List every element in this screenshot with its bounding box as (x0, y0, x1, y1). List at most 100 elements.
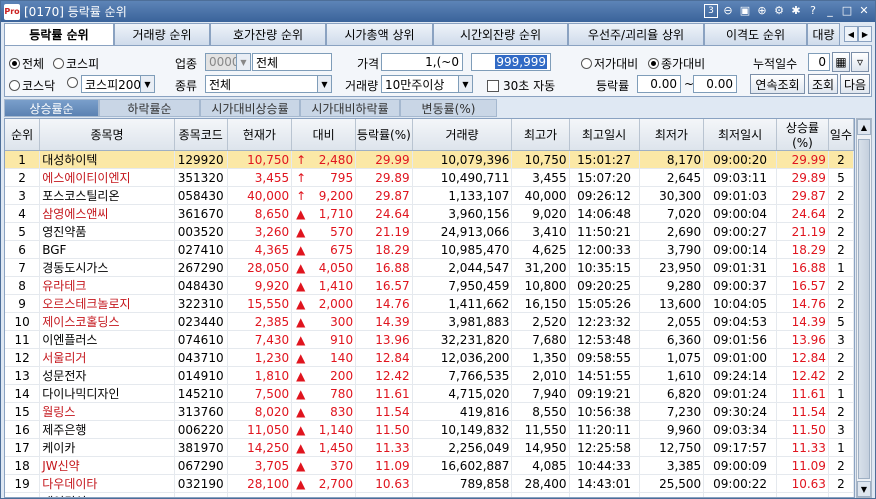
table-row[interactable]: 8 유라테크 048430 9,920 ▲ 1,410 16.57 7,950,459 10,8… (5, 276, 854, 295)
col-rate[interactable]: 등락률(%) (355, 119, 413, 151)
scroll-thumb[interactable] (858, 139, 870, 479)
subtab-open-fall[interactable]: 시가대비하락률 (300, 99, 400, 117)
col-rank[interactable]: 순위 (5, 119, 41, 151)
cell-price: 40,000 (227, 186, 293, 205)
table-row[interactable]: 4 삼영에스앤씨 361670 8,650 ▲ 1,710 24.64 3,960,156 9,… (5, 204, 854, 223)
col-up-rate[interactable]: 상승률(%) (776, 119, 829, 151)
table-row[interactable]: 9 오르스테크놀로지 322310 15,550 ▲ 2,000 14.76 1,411,66… (5, 294, 854, 313)
tab-prev-icon[interactable]: ◀ (844, 26, 858, 42)
table-row[interactable]: 2 에스에이티이엔지 351320 3,455 ↑ 795 29.89 10,490,711 3… (5, 168, 854, 187)
cell-code: 129920 (174, 150, 228, 169)
price-to-field[interactable]: 999,999 (471, 53, 551, 71)
col-name[interactable]: 종목명 (39, 119, 175, 151)
col-days[interactable]: 일수 (828, 119, 854, 151)
table-row[interactable]: 10 제이스코홀딩스 023440 2,385 ▲ 300 14.39 3,981,883 2,… (5, 312, 854, 331)
up-arrow-icon: ▲ (296, 350, 306, 365)
zoom-out-icon[interactable]: ⊖ (721, 4, 735, 18)
table-row[interactable]: 3 포스코스틸리온 058430 40,000 ↑ 9,200 29.87 1,133,107… (5, 186, 854, 205)
rate-to-field[interactable]: 0.00 (693, 75, 737, 93)
cell-name: 경동도시가스 (39, 258, 175, 277)
table-row[interactable]: 5 영진약품 003520 3,260 ▲ 570 21.19 24,913,066 3,410… (5, 222, 854, 241)
table-row[interactable]: 16 제주은행 006220 11,050 ▲ 1,140 11.50 10,149,832 1… (5, 420, 854, 439)
table-row[interactable]: 19 다우데이타 032190 28,100 ▲ 2,700 10.63 789,858 28,… (5, 474, 854, 493)
scroll-down-icon[interactable]: ▼ (857, 481, 871, 497)
calendar-icon[interactable]: ▦ (832, 52, 850, 72)
subtab-fall-rate[interactable]: 하락률순 (99, 99, 200, 117)
col-code[interactable]: 종목코드 (174, 119, 228, 151)
tab-after-hours[interactable]: 시간외잔량 순위 (433, 23, 568, 45)
cell-volume: 12,036,200 (412, 348, 513, 367)
settings-icon[interactable]: ⚙ (772, 4, 786, 18)
tab-next-icon[interactable]: ▶ (858, 26, 872, 42)
table-row[interactable]: 7 경동도시가스 267290 28,050 ▲ 4,050 16.88 2,044,547 3… (5, 258, 854, 277)
zoom-in-icon[interactable]: ⊕ (755, 4, 769, 18)
radio-kospi[interactable]: 코스피 (53, 55, 99, 72)
subtab-volatility[interactable]: 변동률(%) (400, 99, 497, 117)
volume-select[interactable]: 10만주이상 ▼ (381, 75, 473, 93)
subtab-open-rise[interactable]: 시가대비상승률 (200, 99, 300, 117)
page-number-badge[interactable]: 3 (704, 4, 718, 18)
table-row[interactable]: 20태영건설0094104,965▲46010.211,751,0465,200… (5, 492, 854, 497)
col-low[interactable]: 최저가 (639, 119, 705, 151)
window-icon[interactable]: ▣ (738, 4, 752, 18)
tab-preferred-stock[interactable]: 우선주/괴리율 상위 (568, 23, 704, 45)
filter-icon[interactable]: ▿ (851, 52, 869, 72)
industry-code-select[interactable]: 0000 ▼ (205, 53, 251, 71)
subtab-rise-rate[interactable]: 상승률순 (4, 99, 99, 117)
close-icon[interactable]: ✕ (857, 4, 871, 18)
scroll-up-icon[interactable]: ▲ (857, 119, 871, 135)
tab-bulk[interactable]: 대량 (807, 23, 840, 45)
cell-price: 2,385 (227, 312, 293, 331)
radio-kosdaq[interactable]: 코스닥 (9, 77, 55, 94)
table-row[interactable]: 11 이엔플러스 074610 7,430 ▲ 910 13.96 32,231,820 7,6… (5, 330, 854, 349)
radio-low-compare[interactable]: 저가대비 (581, 55, 638, 72)
col-low-time[interactable]: 최저일시 (703, 119, 777, 151)
radio-kospi200[interactable] (67, 77, 80, 88)
col-high[interactable]: 최고가 (511, 119, 570, 151)
up-arrow-icon: ↑ (296, 170, 307, 185)
col-high-time[interactable]: 최고일시 (569, 119, 640, 151)
star-icon[interactable]: ✱ (789, 4, 803, 18)
table-row[interactable]: 17 케이카 381970 14,250 ▲ 1,450 11.33 2,256,049 14,… (5, 438, 854, 457)
change-value: 2,000 (318, 296, 354, 311)
tab-order-balance-rank[interactable]: 호가잔량 순위 (210, 23, 326, 45)
tab-volume-rank[interactable]: 거래량 순위 (114, 23, 210, 45)
cell-change: ▲ 300 (291, 312, 357, 331)
days-field[interactable]: 0 (808, 53, 830, 71)
price-from-field[interactable]: 1,(~0 (381, 53, 463, 71)
rate-from-field[interactable]: 0.00 (637, 75, 681, 93)
radio-all[interactable]: 전체 (9, 55, 44, 72)
cell-change: ▲ 140 (291, 348, 357, 367)
table-row[interactable]: 18 JW신약 067290 3,705 ▲ 370 11.09 16,602,887 4,08… (5, 456, 854, 475)
radio-close-compare[interactable]: 종가대비 (648, 55, 705, 72)
table-row[interactable]: 15 월링스 313760 8,020 ▲ 830 11.54 419,816 8,550 10:… (5, 402, 854, 421)
maximize-icon[interactable]: □ (840, 4, 854, 18)
kospi200-select[interactable]: 코스피200 ▼ (81, 75, 155, 93)
col-price[interactable]: 현재가 (227, 119, 293, 151)
col-change[interactable]: 대비 (291, 119, 357, 151)
cell-change: ▲ 460 (291, 492, 357, 497)
table-row[interactable]: 1 대성하이텍 129920 10,750 ↑ 2,480 29.99 10,079,396 1… (5, 150, 854, 169)
next-button[interactable]: 다음 (840, 74, 870, 94)
vertical-scrollbar[interactable]: ▲ ▼ (856, 118, 872, 498)
tab-market-cap[interactable]: 시가총액 상위 (326, 23, 433, 45)
table-row[interactable]: 14 다이나믹디자인 145210 7,500 ▲ 780 11.61 4,715,020 7,… (5, 384, 854, 403)
table-row[interactable]: 13 성문전자 014910 1,810 ▲ 200 12.42 7,766,535 2,010… (5, 366, 854, 385)
up-arrow-icon: ▲ (296, 386, 306, 401)
continuous-query-button[interactable]: 연속조회 (750, 74, 805, 94)
tab-rate-rank[interactable]: 등락률 순위 (4, 23, 114, 45)
col-volume[interactable]: 거래량 (412, 119, 513, 151)
auto-refresh-checkbox[interactable]: 30초 자동 (487, 77, 555, 94)
table-row[interactable]: 6 BGF 027410 4,365 ▲ 675 18.29 10,985,470 4,625 1… (5, 240, 854, 259)
type-select[interactable]: 전체 ▼ (205, 75, 332, 93)
minimize-icon[interactable]: _ (823, 4, 837, 18)
radio-close-label: 종가대비 (661, 57, 706, 71)
query-button[interactable]: 조회 (808, 74, 838, 94)
help-icon[interactable]: ? (806, 4, 820, 18)
cell-low: 30,300 (639, 186, 705, 205)
cell-rank: 3 (5, 186, 41, 205)
cell-rate: 11.50 (355, 420, 413, 439)
tab-disparity[interactable]: 이격도 순위 (704, 23, 807, 45)
table-row[interactable]: 12 서울리거 043710 1,230 ▲ 140 12.84 12,036,200 1,35… (5, 348, 854, 367)
industry-name-field[interactable]: 전체 (252, 53, 332, 71)
